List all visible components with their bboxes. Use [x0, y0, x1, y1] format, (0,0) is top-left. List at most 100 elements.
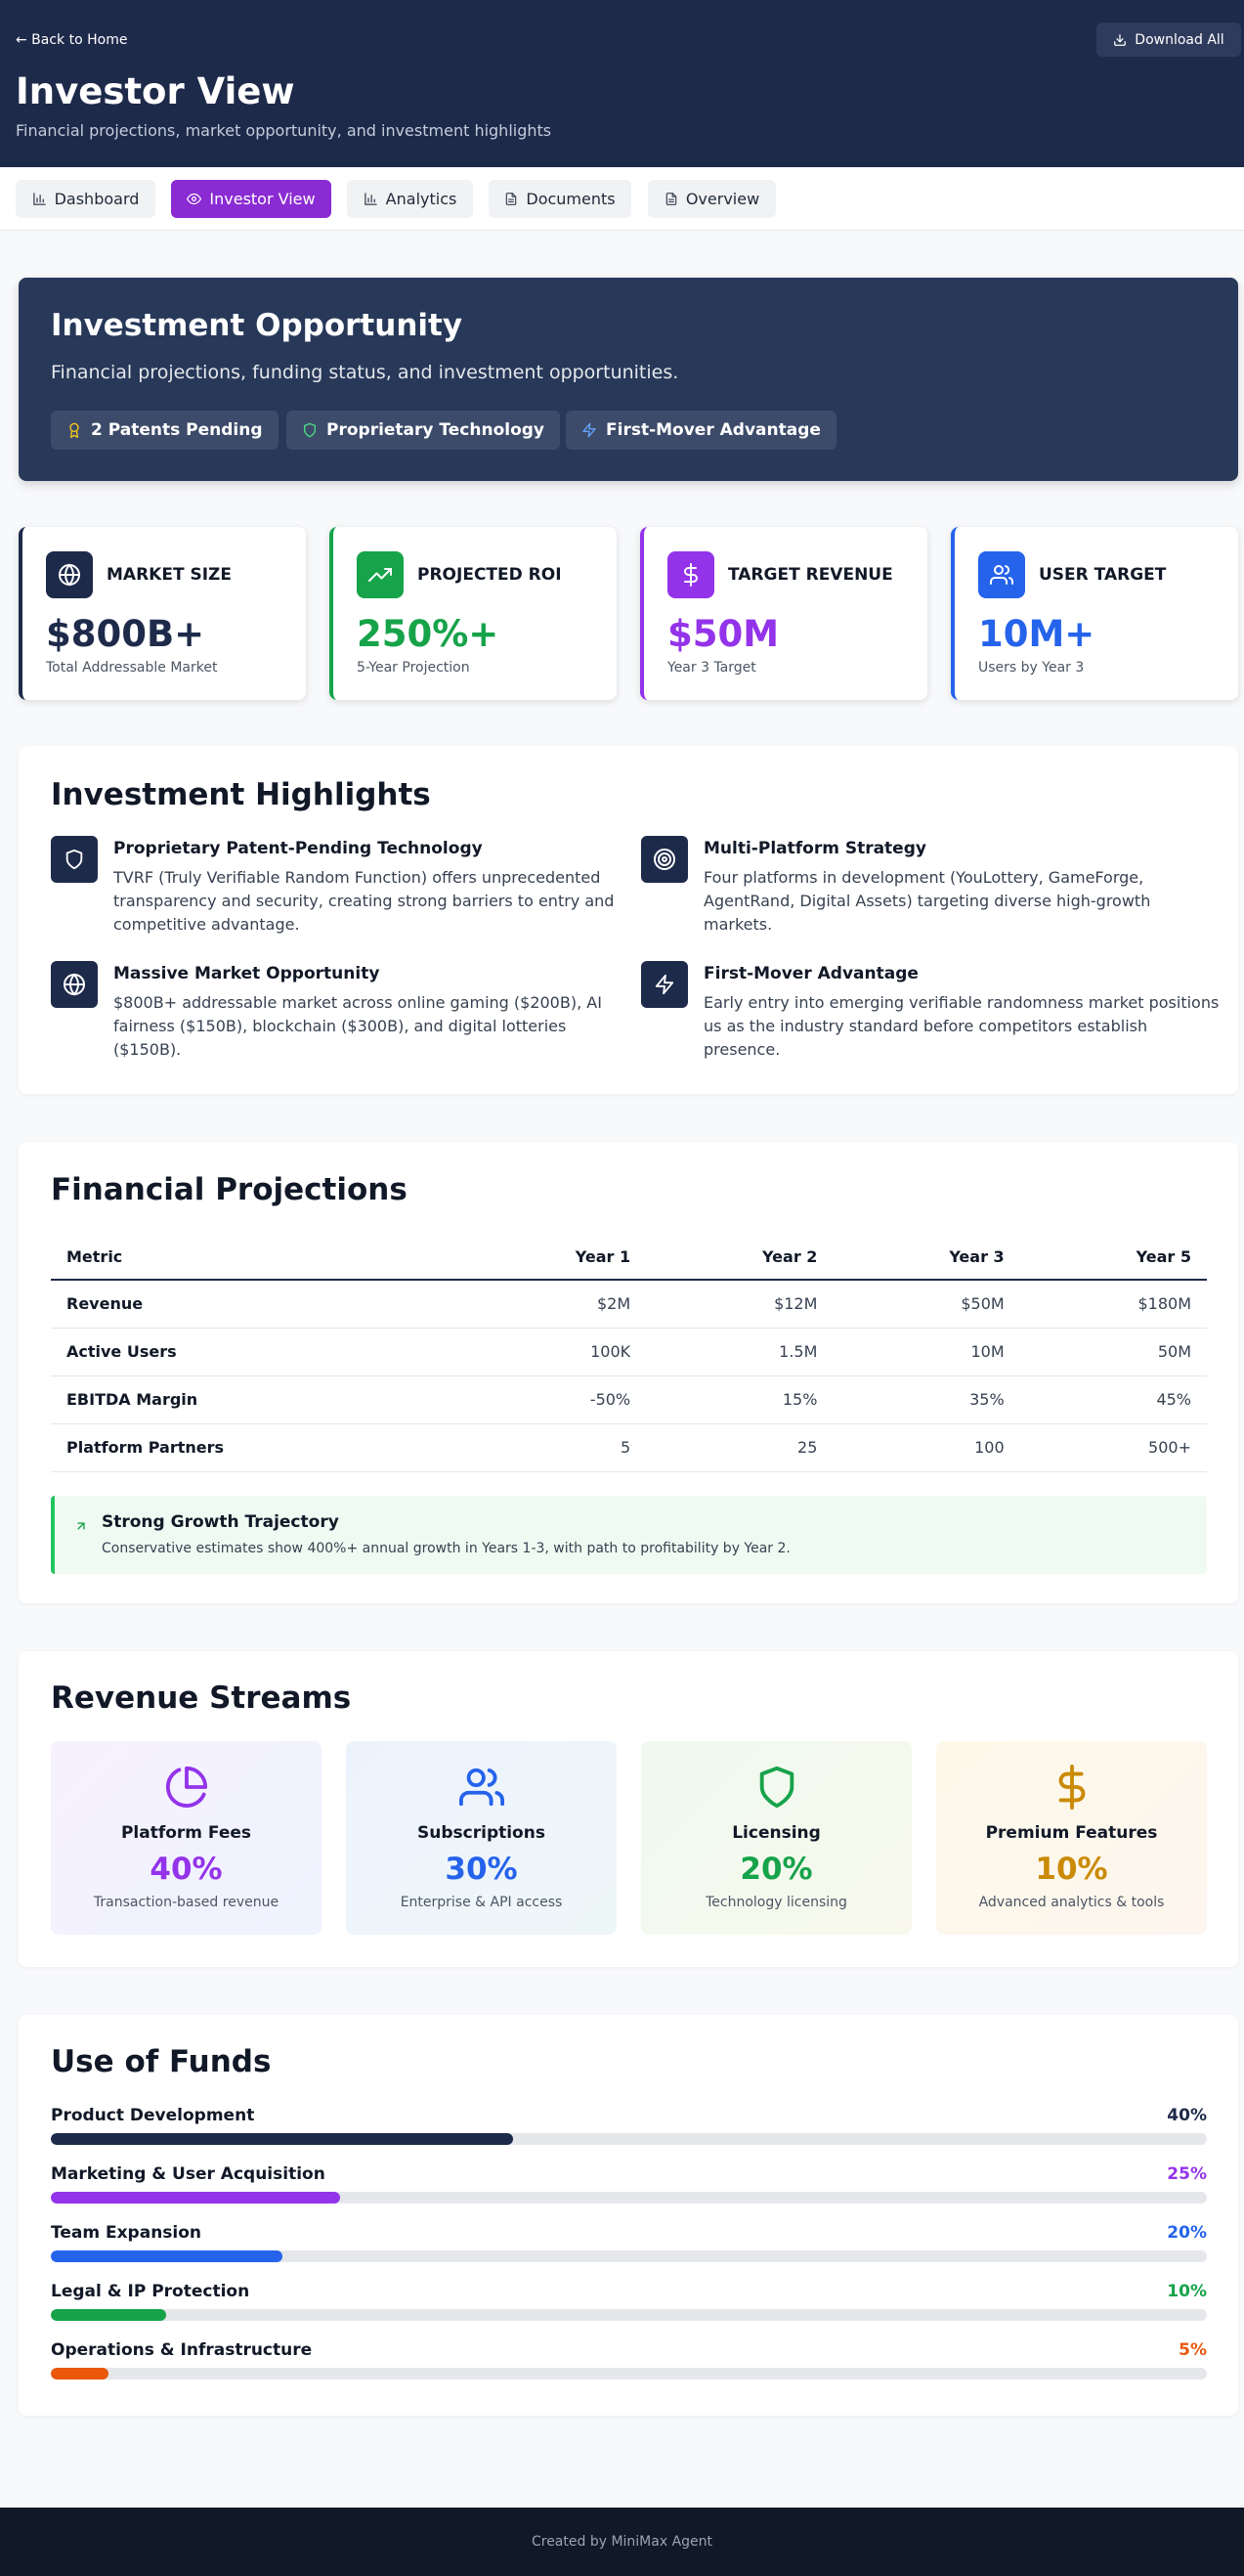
column-header: Metric: [51, 1234, 459, 1281]
tab-label: Analytics: [385, 190, 457, 208]
revenue-desc: Advanced analytics & tools: [978, 1895, 1165, 1910]
use-of-funds-section: Use of Funds Product Development 40% Mar…: [19, 2015, 1238, 2416]
column-header: Year 3: [833, 1234, 1020, 1281]
pill-label: Proprietary Technology: [326, 420, 545, 440]
metric-desc: Users by Year 3: [978, 660, 1085, 676]
fund-progress-fill: [51, 2133, 514, 2145]
pill-label: 2 Patents Pending: [91, 420, 263, 440]
table-cell: $50M: [833, 1280, 1020, 1329]
column-header: Year 5: [1019, 1234, 1207, 1281]
tab-label: Dashboard: [54, 190, 140, 208]
tab-dashboard[interactable]: Dashboard: [16, 180, 155, 218]
highlight-title: Massive Market Opportunity: [113, 964, 380, 983]
shield-icon: [51, 836, 98, 883]
table-cell: Platform Partners: [51, 1423, 459, 1472]
users-icon: [458, 1765, 504, 1810]
tab-documents[interactable]: Documents: [489, 180, 631, 218]
target-icon: [641, 836, 688, 883]
section-title: Investment Highlights: [51, 777, 431, 812]
section-title: Revenue Streams: [51, 1681, 352, 1716]
arrow-up-right-icon: [74, 1519, 88, 1533]
fund-percent: 20%: [1167, 2223, 1207, 2243]
column-header: Year 2: [646, 1234, 834, 1281]
download-all-button[interactable]: Download All: [1096, 22, 1241, 57]
fund-allocation-row: Team Expansion 20%: [51, 2223, 1207, 2270]
fund-label: Operations & Infrastructure: [51, 2340, 313, 2360]
bar-chart-icon: [32, 192, 47, 206]
zap-icon: [581, 421, 597, 439]
callout-text: Conservative estimates show 400%+ annual…: [102, 1541, 791, 1556]
highlight-text: $800B+ addressable market across online …: [113, 993, 602, 1059]
zap-icon: [641, 961, 688, 1008]
fund-allocation-row: Product Development 40%: [51, 2106, 1207, 2153]
fund-label: Legal & IP Protection: [51, 2282, 250, 2301]
shield-icon: [302, 421, 318, 439]
tab-investor-view[interactable]: Investor View: [171, 180, 331, 218]
fund-allocation-row: Operations & Infrastructure 5%: [51, 2340, 1207, 2387]
table-cell: $12M: [646, 1280, 834, 1329]
revenue-streams-section: Revenue Streams Platform Fees 40% Transa…: [19, 1651, 1238, 1967]
fund-progress-track: [51, 2133, 1207, 2145]
fund-progress-track: [51, 2309, 1207, 2321]
revenue-name: Subscriptions: [417, 1823, 545, 1843]
table-cell: 45%: [1019, 1375, 1207, 1424]
section-title: Use of Funds: [51, 2044, 272, 2079]
pill-first-mover: First-Mover Advantage: [566, 411, 836, 450]
metric-desc: Total Addressable Market: [46, 660, 218, 676]
metric-card-user-target: USER TARGET 10M+ Users by Year 3: [951, 527, 1238, 700]
metric-value: $800B+: [46, 613, 205, 655]
table-header-row: Metric Year 1 Year 2 Year 3 Year 5: [51, 1234, 1207, 1281]
revenue-card-premium-features: Premium Features 10% Advanced analytics …: [936, 1741, 1207, 1935]
table-cell: 25: [646, 1423, 834, 1472]
highlight-text: TVRF (Truly Verifiable Random Function) …: [113, 868, 615, 934]
metric-label: MARKET SIZE: [107, 565, 232, 585]
metric-card-market-size: MARKET SIZE $800B+ Total Addressable Mar…: [19, 527, 306, 700]
revenue-desc: Transaction-based revenue: [93, 1895, 279, 1910]
fund-progress-track: [51, 2368, 1207, 2380]
metric-value: $50M: [667, 613, 780, 655]
pill-label: First-Mover Advantage: [606, 420, 821, 440]
page-subtitle: Financial projections, market opportunit…: [16, 121, 552, 140]
pie-chart-icon: [164, 1765, 209, 1810]
table-cell: $180M: [1019, 1280, 1207, 1329]
fund-progress-track: [51, 2192, 1207, 2204]
fund-percent: 5%: [1179, 2340, 1207, 2360]
metric-value: 250%+: [357, 613, 499, 655]
metric-label: TARGET REVENUE: [728, 565, 893, 585]
highlight-text: Early entry into emerging verifiable ran…: [704, 993, 1220, 1059]
trending-up-icon: [357, 551, 404, 598]
award-icon: [66, 421, 82, 439]
fund-allocation-row: Legal & IP Protection 10%: [51, 2282, 1207, 2329]
revenue-percent: 30%: [445, 1852, 518, 1887]
tab-label: Investor View: [209, 190, 316, 208]
highlight-title: Proprietary Patent-Pending Technology: [113, 839, 483, 858]
table-cell: 50M: [1019, 1328, 1207, 1376]
fund-progress-fill: [51, 2192, 340, 2204]
back-to-home-link[interactable]: ← Back to Home: [16, 32, 127, 48]
table-row: Revenue $2M $12M $50M $180M: [51, 1280, 1207, 1329]
tab-label: Documents: [526, 190, 616, 208]
hero-subtitle: Financial projections, funding status, a…: [51, 362, 679, 383]
download-icon: [1113, 33, 1127, 47]
table-cell: Revenue: [51, 1280, 459, 1329]
fund-allocation-row: Marketing & User Acquisition 25%: [51, 2164, 1207, 2211]
tab-analytics[interactable]: Analytics: [347, 180, 473, 218]
revenue-card-platform-fees: Platform Fees 40% Transaction-based reve…: [51, 1741, 322, 1935]
fund-percent: 25%: [1167, 2164, 1207, 2184]
fund-progress-fill: [51, 2368, 109, 2380]
revenue-percent: 20%: [740, 1852, 813, 1887]
dollar-icon: [1050, 1765, 1094, 1810]
table-row: Platform Partners 5 25 100 500+: [51, 1423, 1207, 1472]
metric-value: 10M+: [978, 613, 1095, 655]
tab-overview[interactable]: Overview: [648, 180, 776, 218]
revenue-desc: Enterprise & API access: [400, 1895, 563, 1910]
callout-title: Strong Growth Trajectory: [102, 1512, 339, 1532]
file-icon: [504, 192, 518, 206]
table-cell: 35%: [833, 1375, 1020, 1424]
page-title: Investor View: [16, 70, 295, 112]
table-cell: 100K: [458, 1328, 647, 1376]
users-icon: [978, 551, 1025, 598]
highlight-title: Multi-Platform Strategy: [704, 839, 926, 858]
page-header: ← Back to Home Download All Investor Vie…: [0, 0, 1244, 167]
metric-card-projected-roi: PROJECTED ROI 250%+ 5-Year Projection: [329, 527, 617, 700]
